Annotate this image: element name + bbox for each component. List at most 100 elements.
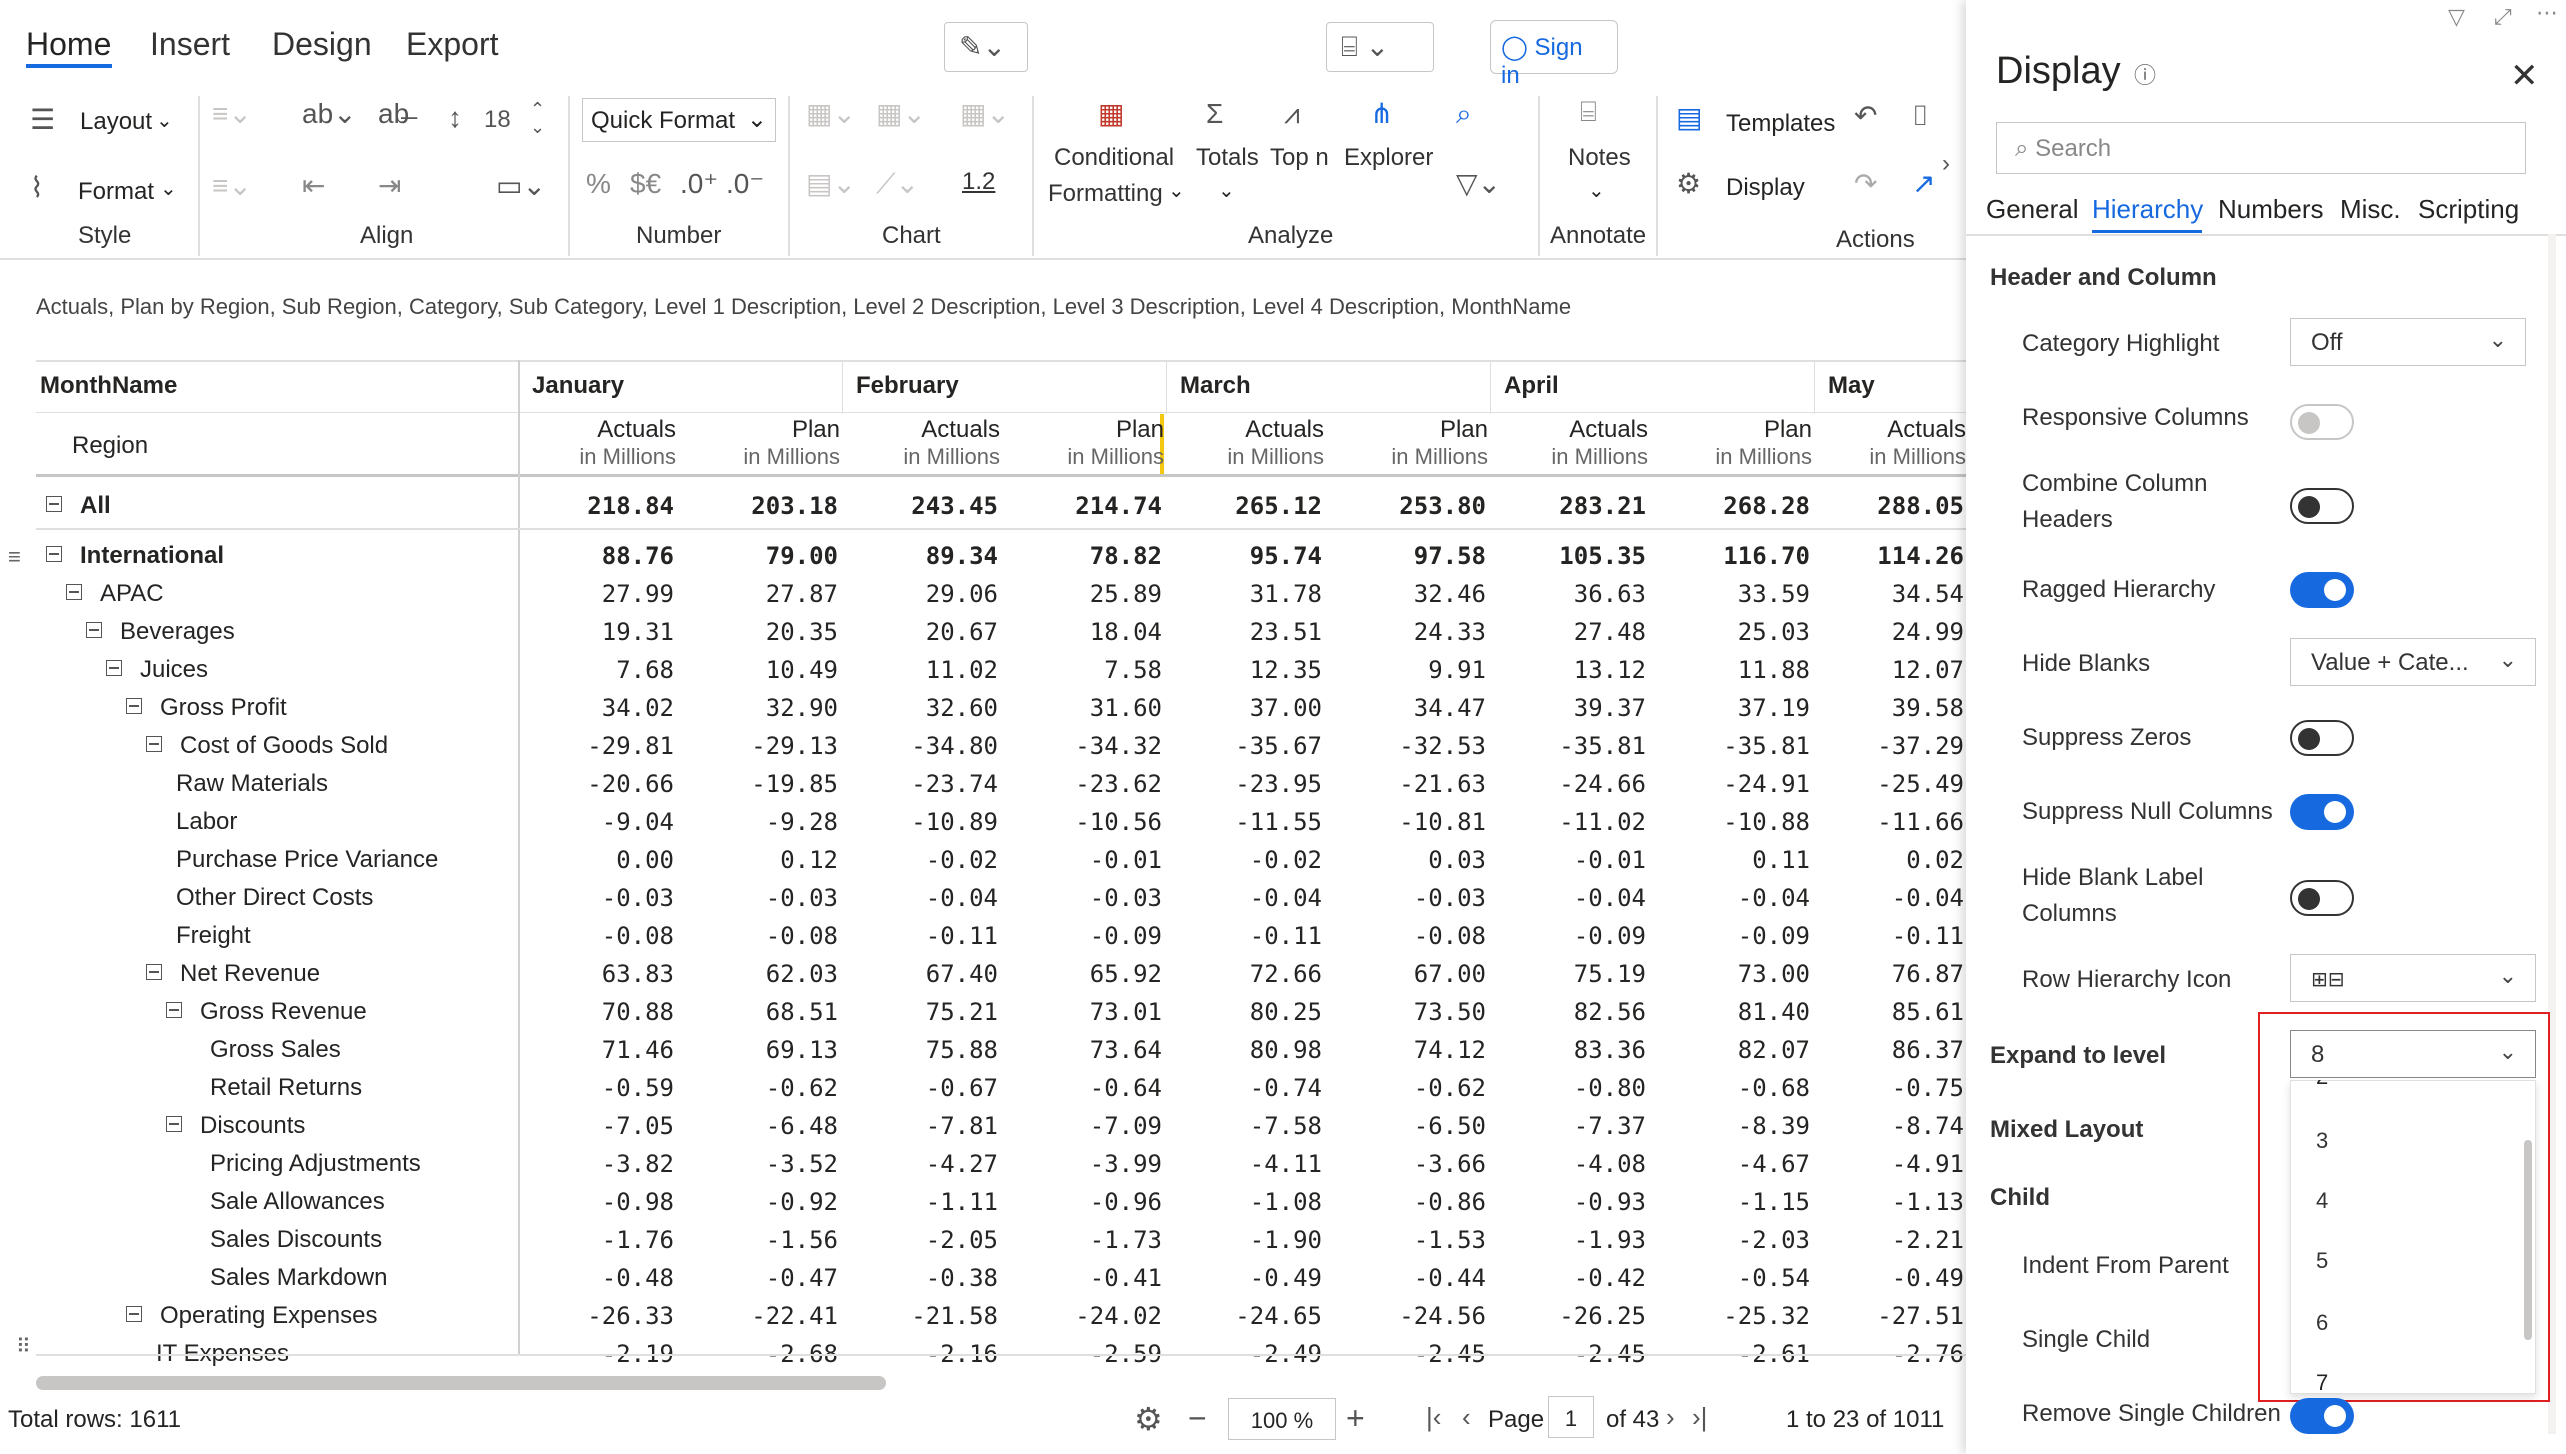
layout-button[interactable]: Layout (80, 108, 152, 136)
table-cell[interactable]: -0.49 (1806, 1264, 1964, 1292)
table-cell[interactable]: 73.00 (1652, 960, 1810, 988)
table-cell[interactable]: -0.80 (1488, 1074, 1646, 1102)
option-7[interactable]: 7 (2316, 1370, 2328, 1392)
insert-comment-button[interactable]: ⌸ ⌄ (1326, 22, 1434, 72)
table-cell[interactable]: 31.60 (1004, 694, 1162, 722)
table-cell[interactable]: 89.34 (840, 542, 998, 570)
table-cell[interactable]: 75.21 (840, 998, 998, 1026)
table-cell[interactable]: 265.12 (1164, 492, 1322, 520)
table-cell[interactable]: -24.66 (1488, 770, 1646, 798)
table-cell[interactable]: 85.61 (1806, 998, 1964, 1026)
table-cell[interactable]: -8.39 (1652, 1112, 1810, 1140)
tab-export[interactable]: Export (406, 26, 498, 63)
table-cell[interactable]: -32.53 (1328, 732, 1486, 760)
table-cell[interactable]: -4.27 (840, 1150, 998, 1178)
table-cell[interactable]: 12.07 (1806, 656, 1964, 684)
category-highlight-dropdown[interactable]: Off ⌄ (2290, 318, 2526, 366)
table-cell[interactable]: 88.76 (516, 542, 674, 570)
table-cell[interactable]: 25.89 (1004, 580, 1162, 608)
table-cell[interactable]: -7.09 (1004, 1112, 1162, 1140)
table-cell[interactable]: -3.99 (1004, 1150, 1162, 1178)
table-cell[interactable]: -35.67 (1164, 732, 1322, 760)
table-cell[interactable]: -0.49 (1164, 1264, 1322, 1292)
table-cell[interactable]: 70.88 (516, 998, 674, 1026)
table-cell[interactable]: 73.01 (1004, 998, 1162, 1026)
share-icon[interactable]: ↗ (1912, 170, 1935, 198)
table-cell[interactable]: 114.26 (1806, 542, 1964, 570)
table-cell[interactable]: 33.59 (1652, 580, 1810, 608)
notes-button[interactable]: Notes (1568, 144, 1631, 172)
table-cell[interactable]: 34.47 (1328, 694, 1486, 722)
table-cell[interactable]: 203.18 (680, 492, 838, 520)
collapse-icon[interactable] (166, 1002, 182, 1018)
table-cell[interactable]: -9.04 (516, 808, 674, 836)
measure-header[interactable]: Actuals in Millions (1766, 416, 1966, 470)
table-cell[interactable]: -7.37 (1488, 1112, 1646, 1140)
table-cell[interactable]: -0.54 (1652, 1264, 1810, 1292)
zoom-input[interactable]: 100 % (1228, 1398, 1336, 1440)
option-2[interactable]: 2 (2316, 1080, 2328, 1090)
table-cell[interactable]: 9.91 (1328, 656, 1486, 684)
table-cell[interactable]: -0.09 (1652, 922, 1810, 950)
table-cell[interactable]: -0.04 (1164, 884, 1322, 912)
table-cell[interactable]: -0.11 (840, 922, 998, 950)
table-cell[interactable]: -0.03 (516, 884, 674, 912)
horizontal-scrollbar[interactable] (36, 1376, 886, 1390)
collapse-icon[interactable] (126, 698, 142, 714)
table-cell[interactable]: 75.19 (1488, 960, 1646, 988)
table-cell[interactable]: 19.31 (516, 618, 674, 646)
table-cell[interactable]: -21.63 (1328, 770, 1486, 798)
table-cell[interactable]: -0.04 (1488, 884, 1646, 912)
table-cell[interactable]: -6.48 (680, 1112, 838, 1140)
table-cell[interactable]: 24.99 (1806, 618, 1964, 646)
table-cell[interactable]: -1.90 (1164, 1226, 1322, 1254)
close-icon[interactable]: ✕ (2510, 56, 2539, 96)
option-4[interactable]: 4 (2316, 1188, 2328, 1214)
increase-decimal-button[interactable]: .0⁺ (680, 170, 718, 198)
month-header[interactable]: February (856, 372, 959, 400)
table-cell[interactable]: 10.49 (680, 656, 838, 684)
row-menu-icon[interactable]: ≡ (8, 544, 21, 570)
page-input[interactable]: 1 (1548, 1396, 1594, 1438)
search-input[interactable]: ⌕ Search (1996, 122, 2526, 174)
table-cell[interactable]: -0.62 (680, 1074, 838, 1102)
table-cell[interactable]: -37.29 (1806, 732, 1964, 760)
table-cell[interactable]: 25.03 (1652, 618, 1810, 646)
vertical-align-icon[interactable]: ≡⌄ (212, 172, 252, 200)
table-cell[interactable]: 39.37 (1488, 694, 1646, 722)
option-5[interactable]: 5 (2316, 1248, 2328, 1274)
decrease-indent-icon[interactable]: ⇤ (302, 172, 325, 200)
table-cell[interactable]: 31.78 (1164, 580, 1322, 608)
table-cell[interactable]: -11.02 (1488, 808, 1646, 836)
more-icon[interactable]: ⌷ (1912, 102, 1929, 130)
table-cell[interactable]: -34.80 (840, 732, 998, 760)
tab-design[interactable]: Design (272, 26, 372, 63)
month-column-header[interactable]: MonthName (40, 372, 177, 400)
expand-icon[interactable]: ⤢ (2494, 4, 2512, 30)
table-cell[interactable]: 105.35 (1488, 542, 1646, 570)
row-height-icon[interactable]: ↕ (448, 104, 462, 132)
table-cell[interactable]: 75.88 (840, 1036, 998, 1064)
edit-mode-button[interactable]: ✎⌄ (944, 22, 1028, 72)
table-cell[interactable]: -1.53 (1328, 1226, 1486, 1254)
suppress-null-columns-toggle[interactable] (2290, 794, 2354, 830)
filter-icon[interactable]: ▽ (2448, 4, 2465, 30)
info-icon[interactable]: ⓘ (2134, 58, 2156, 90)
table-cell[interactable]: 214.74 (1004, 492, 1162, 520)
table-cell[interactable]: -1.56 (680, 1226, 838, 1254)
table-cell[interactable]: 39.58 (1806, 694, 1964, 722)
suppress-zeros-toggle[interactable] (2290, 720, 2354, 756)
table-cell[interactable]: -7.05 (516, 1112, 674, 1140)
table-cell[interactable]: 79.00 (680, 542, 838, 570)
table-cell[interactable]: -0.38 (840, 1264, 998, 1292)
month-header[interactable]: March (1180, 372, 1251, 400)
table-cell[interactable]: -7.81 (840, 1112, 998, 1140)
table-cell[interactable]: -0.75 (1806, 1074, 1964, 1102)
table-cell[interactable]: 12.35 (1164, 656, 1322, 684)
table-cell[interactable]: -0.03 (1004, 884, 1162, 912)
increase-indent-icon[interactable]: ⇥ (378, 172, 401, 200)
chevron-right-icon[interactable]: › (1942, 152, 1950, 176)
table-cell[interactable]: -0.93 (1488, 1188, 1646, 1216)
table-cell[interactable]: -0.92 (680, 1188, 838, 1216)
table-cell[interactable]: -2.21 (1806, 1226, 1964, 1254)
